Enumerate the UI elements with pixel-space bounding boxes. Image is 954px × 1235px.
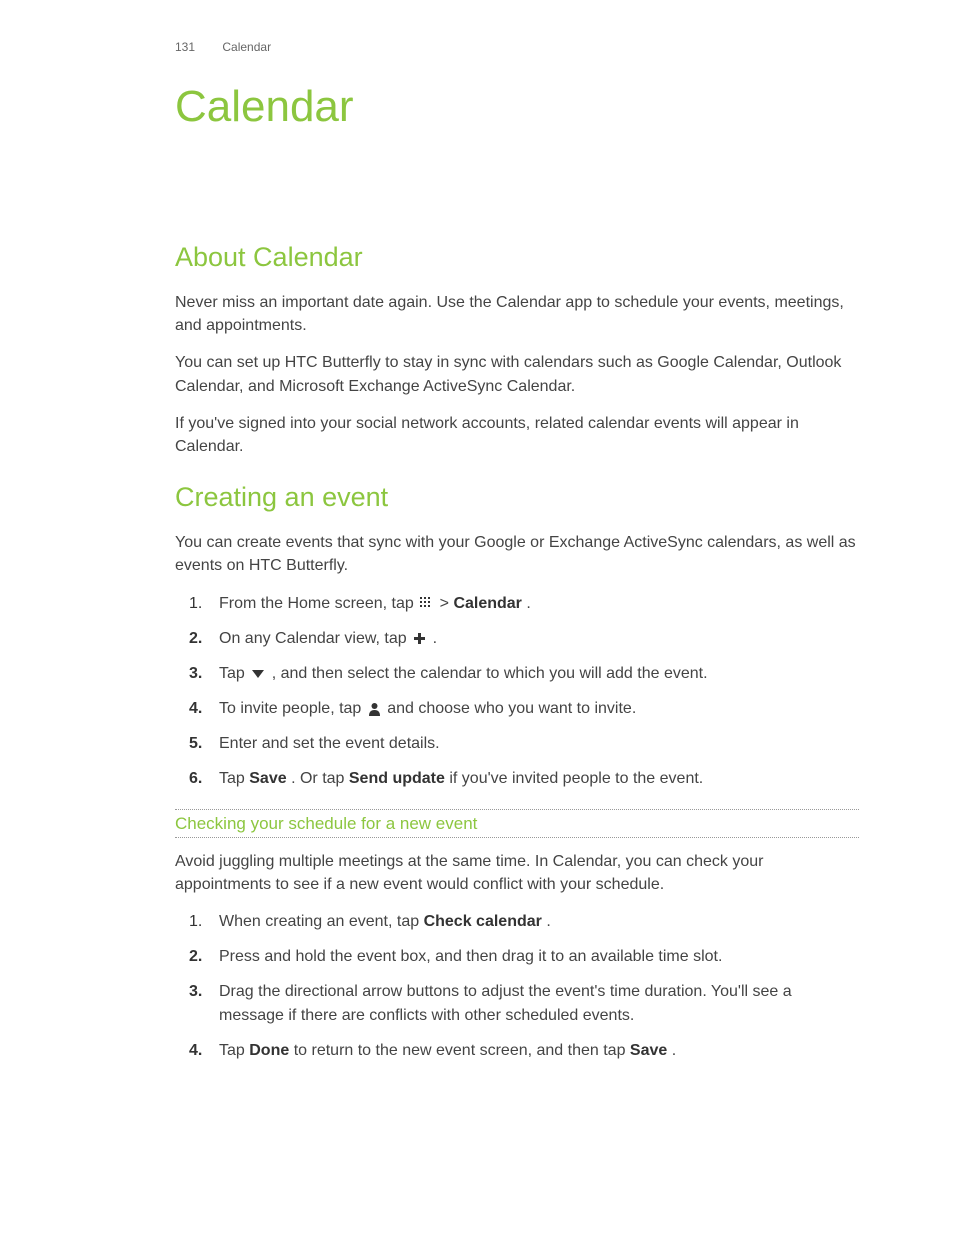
step-text: To invite people, tap xyxy=(219,700,366,717)
step-text: Tap xyxy=(219,1042,249,1059)
steps-list-checking: When creating an event, tap Check calend… xyxy=(175,910,859,1062)
list-item: Tap Save . Or tap Send update if you've … xyxy=(175,767,859,790)
subsection-heading: Checking your schedule for a new event xyxy=(175,809,859,838)
page-number: 131 xyxy=(175,40,195,54)
step-text: , and then select the calendar to which … xyxy=(272,665,708,682)
step-text: . xyxy=(433,630,437,647)
person-icon xyxy=(368,702,381,716)
apps-grid-icon xyxy=(420,597,433,610)
step-text: From the Home screen, tap xyxy=(219,595,418,612)
list-item: Press and hold the event box, and then d… xyxy=(175,945,859,968)
step-text: Press and hold the event box, and then d… xyxy=(219,948,722,965)
step-text: When creating an event, tap xyxy=(219,913,424,930)
list-item: On any Calendar view, tap . xyxy=(175,627,859,650)
step-text: to return to the new event screen, and t… xyxy=(294,1042,630,1059)
section-heading-about: About Calendar xyxy=(175,242,859,273)
page-header: 131 Calendar xyxy=(175,40,859,54)
plus-icon xyxy=(413,632,426,645)
body-text: Never miss an important date again. Use … xyxy=(175,291,859,337)
step-text: . xyxy=(526,595,530,612)
step-text: . xyxy=(546,913,550,930)
step-bold: Done xyxy=(249,1042,289,1059)
dropdown-icon xyxy=(251,669,265,679)
step-text: if you've invited people to the event. xyxy=(449,770,703,787)
list-item: From the Home screen, tap > Calendar . xyxy=(175,592,859,615)
list-item: Drag the directional arrow buttons to ad… xyxy=(175,980,859,1026)
step-bold: Save xyxy=(630,1042,667,1059)
header-section: Calendar xyxy=(222,40,271,54)
body-text: If you've signed into your social networ… xyxy=(175,412,859,458)
list-item: When creating an event, tap Check calend… xyxy=(175,910,859,933)
step-text: . Or tap xyxy=(291,770,349,787)
step-bold: Save xyxy=(249,770,286,787)
step-bold: Calendar xyxy=(453,595,521,612)
step-text: On any Calendar view, tap xyxy=(219,630,411,647)
step-text: Tap xyxy=(219,770,249,787)
step-text: Tap xyxy=(219,665,249,682)
step-text: and choose who you want to invite. xyxy=(387,700,636,717)
step-bold: Send update xyxy=(349,770,445,787)
steps-list-creating: From the Home screen, tap > Calendar . O… xyxy=(175,592,859,791)
step-text: > xyxy=(440,595,454,612)
document-page: 131 Calendar Calendar About Calendar Nev… xyxy=(0,0,954,1120)
body-text: You can set up HTC Butterfly to stay in … xyxy=(175,351,859,397)
section-heading-creating: Creating an event xyxy=(175,482,859,513)
step-text: Enter and set the event details. xyxy=(219,735,440,752)
step-text: . xyxy=(672,1042,676,1059)
page-title: Calendar xyxy=(175,82,859,132)
step-text: Drag the directional arrow buttons to ad… xyxy=(219,983,792,1023)
body-text: You can create events that sync with you… xyxy=(175,531,859,577)
list-item: Tap , and then select the calendar to wh… xyxy=(175,662,859,685)
body-text: Avoid juggling multiple meetings at the … xyxy=(175,850,859,896)
step-bold: Check calendar xyxy=(424,913,542,930)
list-item: Tap Done to return to the new event scre… xyxy=(175,1039,859,1062)
list-item: To invite people, tap and choose who you… xyxy=(175,697,859,720)
list-item: Enter and set the event details. xyxy=(175,732,859,755)
